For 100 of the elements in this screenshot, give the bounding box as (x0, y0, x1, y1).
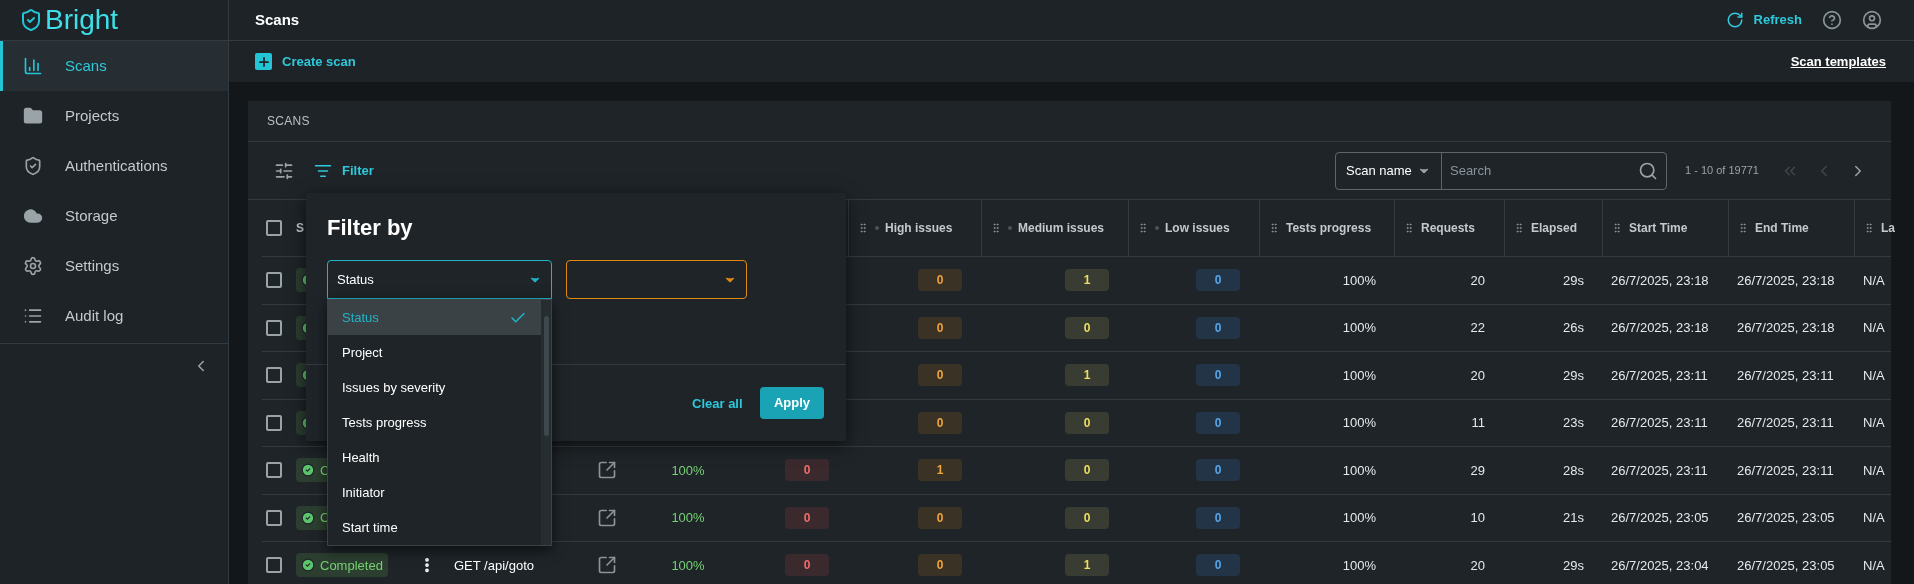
column-header: High issues (885, 220, 953, 237)
low-count: 0 (1196, 459, 1240, 482)
high-count: 0 (918, 316, 962, 339)
table-cell: 100% (1342, 415, 1376, 430)
drag-handle-icon[interactable] (1268, 222, 1280, 234)
checkbox[interactable] (266, 220, 282, 236)
refresh-icon (1725, 11, 1744, 29)
column-header: Medium issues (1018, 220, 1105, 237)
filter-title: Filter by (327, 214, 413, 242)
dropdown-option[interactable]: Project (328, 335, 541, 370)
table-cell: 26/7/2025, 23:18 (1611, 272, 1709, 288)
drag-handle-icon[interactable] (1611, 222, 1623, 234)
table-cell: 26/7/2025, 23:18 (1737, 320, 1835, 335)
cloud-icon (23, 206, 43, 226)
low-count: 0 (1196, 554, 1240, 577)
pagination-range: 1 - 10 of 19771 (1685, 163, 1759, 179)
dropdown-option[interactable]: Issues by severity (328, 370, 541, 405)
low-count: 0 (1196, 316, 1240, 339)
table-cell: N/A (1863, 272, 1885, 288)
folder-icon (23, 106, 43, 126)
sidebar-item[interactable]: Scans (0, 41, 228, 91)
drag-handle-icon[interactable] (1737, 222, 1749, 234)
refresh-button[interactable]: Refresh (1725, 10, 1802, 30)
sidebar-item[interactable]: Storage (0, 191, 228, 241)
medium-count: 1 (1065, 269, 1109, 292)
table-cell: 26/7/2025, 23:18 (1611, 320, 1709, 335)
high-count: 0 (918, 506, 962, 529)
medium-count: 1 (1065, 364, 1109, 387)
dropdown-option[interactable]: Tests progress (328, 405, 541, 440)
sidebar-item[interactable]: Settings (0, 241, 228, 291)
clear-all-button[interactable]: Clear all (692, 390, 743, 418)
value-select[interactable] (566, 260, 747, 299)
filter-button[interactable]: Filter (314, 160, 374, 181)
low-count: 0 (1196, 506, 1240, 529)
dropdown-option[interactable]: Health (328, 440, 541, 475)
table-cell: 29s (1563, 557, 1584, 573)
checkbox[interactable] (266, 462, 282, 479)
sidebar-item[interactable]: Audit log (0, 291, 228, 341)
table-cell: 100% (1342, 367, 1376, 383)
page-title: Scans (255, 9, 300, 30)
table-cell: 23s (1563, 415, 1584, 430)
medium-count: 1 (1065, 554, 1109, 577)
drag-handle-icon[interactable] (1137, 222, 1149, 234)
external-link-icon[interactable] (597, 507, 617, 528)
sidebar-item[interactable]: Projects (0, 91, 228, 141)
drag-handle-icon[interactable] (1403, 222, 1415, 234)
table-cell: 21s (1563, 510, 1584, 525)
external-link-icon[interactable] (597, 555, 617, 576)
search-bar[interactable]: Scan name Search (1335, 151, 1667, 190)
critical-count: 0 (785, 506, 829, 529)
critical-count: 0 (785, 554, 829, 577)
checkbox[interactable] (266, 414, 282, 431)
drag-handle-icon[interactable] (1863, 222, 1875, 234)
dropdown-option[interactable]: Initiator (328, 475, 541, 510)
drag-handle-icon[interactable] (1513, 222, 1525, 234)
external-link-icon[interactable] (597, 460, 617, 481)
table-cell: N/A (1863, 367, 1885, 383)
drag-handle-icon[interactable] (857, 222, 869, 234)
card-title: SCANS (267, 113, 310, 130)
help-icon[interactable] (1822, 10, 1842, 30)
high-count: 0 (918, 269, 962, 292)
table-cell: N/A (1863, 510, 1885, 525)
checkbox[interactable] (266, 272, 282, 289)
search-icon (1638, 160, 1658, 181)
drag-handle-icon[interactable] (990, 222, 1002, 234)
create-scan-button[interactable]: Create scan (255, 51, 356, 72)
medium-count: 0 (1065, 506, 1109, 529)
column-header: Requests (1421, 220, 1476, 237)
table-cell: 29s (1563, 367, 1584, 383)
checkbox[interactable] (266, 557, 282, 574)
dropdown-option[interactable]: Status (328, 300, 541, 335)
scrollbar[interactable] (541, 300, 551, 545)
column-header: Elapsed (1531, 220, 1578, 237)
table-cell: 26s (1563, 320, 1584, 335)
account-icon[interactable] (1862, 10, 1882, 30)
scan-templates-link[interactable]: Scan templates (1790, 51, 1886, 72)
table-cell: N/A (1863, 557, 1885, 573)
low-count: 0 (1196, 269, 1240, 292)
checkbox[interactable] (266, 367, 282, 384)
checkbox[interactable] (266, 509, 282, 526)
search-field-select[interactable]: Scan name (1336, 152, 1442, 189)
sidebar-item[interactable]: Authentications (0, 141, 228, 191)
dropdown-option[interactable]: Start time (328, 510, 541, 545)
table-cell: 29 (1470, 462, 1485, 478)
high-count: 0 (918, 411, 962, 434)
checkbox[interactable] (266, 319, 282, 336)
column-settings-icon[interactable] (274, 160, 294, 181)
table-cell: 26/7/2025, 23:11 (1611, 462, 1708, 478)
table-cell: 26/7/2025, 23:11 (1737, 462, 1834, 478)
plus-icon (255, 53, 272, 70)
table-cell: 26/7/2025, 23:05 (1737, 510, 1835, 525)
search-input[interactable]: Search (1450, 160, 1638, 181)
field-select[interactable]: Status (327, 260, 552, 299)
table-cell: 20 (1470, 367, 1485, 383)
column-header: Start Time (1629, 220, 1688, 237)
table-cell: 10 (1470, 510, 1485, 525)
scan-name[interactable]: GET /api/goto (454, 557, 534, 573)
table-cell: 26/7/2025, 23:05 (1737, 557, 1835, 573)
table-cell: 26/7/2025, 23:11 (1737, 415, 1834, 430)
status-label: Completed (320, 556, 383, 575)
